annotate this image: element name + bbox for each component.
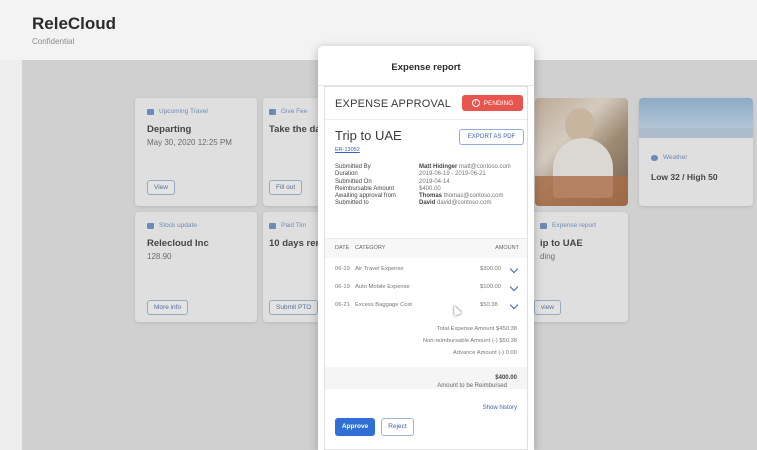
row-amount: $300.00 (480, 266, 501, 272)
row-date: 06-19 (335, 266, 350, 272)
total-expense-row: Total Expense Amount $450.38 (437, 326, 517, 332)
advance-row: Advance Amount (-) 0.00 (453, 350, 517, 356)
total-value: (-) $50.38 (491, 338, 517, 344)
reject-button[interactable]: Reject (381, 418, 414, 436)
detail-key: Submitted to (335, 200, 369, 207)
status-badge: ! PENDING (462, 95, 523, 111)
detail-value-name: David (419, 200, 436, 207)
detail-row: Submitted On 2019-04-14 (335, 179, 525, 186)
row-date: 06-19 (335, 284, 350, 290)
chevron-down-icon[interactable] (509, 264, 519, 274)
total-value: (-) 0.00 (498, 350, 517, 356)
detail-value-name: Matt Hidinger (419, 164, 458, 170)
row-date: 06-21 (335, 302, 350, 308)
row-category: Excess Baggage Cost (355, 302, 413, 308)
detail-key: Duration (335, 171, 358, 178)
total-value: $450.38 (496, 326, 517, 332)
detail-value: Matt Hidinger matt@contoso.com (419, 164, 511, 171)
details-list: Submitted By Matt Hidinger matt@contoso.c… (335, 164, 525, 208)
column-date: DATE (335, 245, 350, 251)
expense-report-dialog: Expense report EXPENSE APPROVAL ! PENDIN… (318, 46, 534, 450)
reimbursed-text: Amount to be Reimbursed $400.00 (437, 375, 517, 389)
dialog-title: Expense report (318, 46, 534, 86)
detail-row: Reimbursable Amount $400.00 (335, 186, 525, 193)
detail-row: Submitted By Matt Hidinger matt@contoso.c… (335, 164, 525, 171)
approve-button[interactable]: Approve (335, 418, 375, 436)
row-category: Air Travel Expense (355, 266, 404, 272)
table-row[interactable]: 06-19 Air Travel Expense $300.00 (325, 262, 527, 278)
detail-value: 2019-04-14 (419, 178, 450, 185)
column-amount: AMOUNT (495, 245, 519, 251)
divider (325, 119, 527, 120)
table-row[interactable]: 06-21 Excess Baggage Cost $50.38 (325, 298, 527, 314)
expense-approval-card: EXPENSE APPROVAL ! PENDING Trip to UAE E… (324, 86, 528, 450)
show-history-link[interactable]: Show history (483, 405, 517, 411)
total-label: Non-reimbursable Amount (422, 338, 491, 344)
row-category: Auto Mobile Expense (355, 284, 410, 290)
detail-row: Awaiting approval from Thomas thomas@cont… (335, 193, 525, 200)
non-reimbursable-row: Non-reimbursable Amount (-) $50.38 (423, 338, 517, 344)
reimbursed-label: Amount to be Reimbursed (437, 383, 507, 389)
reimbursed-summary: Amount to be Reimbursed $400.00 (325, 367, 527, 389)
trip-id-link[interactable]: ER-13052 (335, 147, 360, 153)
chevron-down-icon[interactable] (509, 282, 519, 292)
detail-key: Reimbursable Amount (335, 185, 395, 192)
status-label: PENDING (483, 99, 514, 107)
detail-value: Thomas thomas@contoso.com (419, 193, 503, 200)
approval-heading: EXPENSE APPROVAL (335, 98, 452, 110)
chevron-down-icon[interactable] (509, 300, 519, 310)
app-subtitle: Confidential (32, 37, 75, 46)
reimbursed-value: $400.00 (495, 375, 517, 381)
trip-title: Trip to UAE (335, 128, 402, 143)
total-label: Advance Amount (452, 350, 497, 356)
detail-value: 2019-06-19 - 2019-06-21 (419, 171, 486, 178)
detail-key: Awaiting approval from (335, 193, 396, 200)
row-amount: $50.38 (480, 302, 498, 308)
detail-value-extra: thomas@contoso.com (443, 193, 504, 200)
total-label: Total Expense Amount (436, 326, 495, 332)
app-title: ReleCloud (32, 14, 117, 33)
column-category: CATEGORY (355, 245, 386, 251)
detail-row: Duration 2019-06-19 - 2019-06-21 (335, 171, 525, 178)
table-row[interactable]: 06-19 Auto Mobile Expense $100.00 (325, 280, 527, 296)
detail-value-extra: david@contoso.com (437, 200, 492, 207)
export-pdf-button[interactable]: EXPORT AS PDF (459, 129, 524, 145)
detail-value: $400.00 (419, 185, 441, 192)
row-amount: $100.00 (480, 284, 501, 290)
detail-key: Submitted On (335, 178, 372, 185)
detail-key: Submitted By (335, 164, 371, 170)
detail-row: Submitted to David david@contoso.com (335, 200, 525, 207)
expense-table-header: DATE CATEGORY AMOUNT (325, 238, 527, 258)
detail-value-extra: matt@contoso.com (459, 164, 511, 170)
alert-icon: ! (471, 99, 480, 107)
detail-value-name: Thomas (419, 193, 443, 200)
detail-value: David david@contoso.com (419, 200, 491, 207)
